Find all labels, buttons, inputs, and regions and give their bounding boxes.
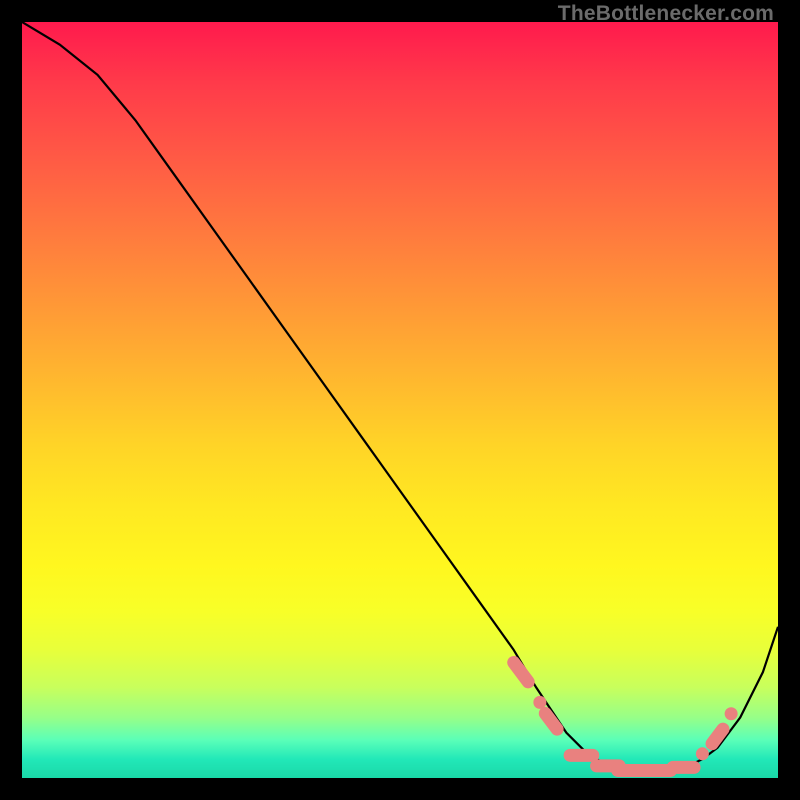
chart-marker	[725, 707, 738, 720]
chart-marker	[712, 729, 723, 744]
chart-svg	[22, 22, 778, 778]
chart-marker	[514, 662, 529, 681]
chart-frame	[22, 22, 778, 778]
watermark-text: TheBottlenecker.com	[558, 2, 774, 26]
bottleneck-curve	[22, 22, 778, 770]
chart-marker	[533, 696, 546, 709]
chart-markers	[514, 662, 738, 770]
chart-marker	[696, 747, 709, 760]
chart-plot-area	[22, 22, 778, 778]
